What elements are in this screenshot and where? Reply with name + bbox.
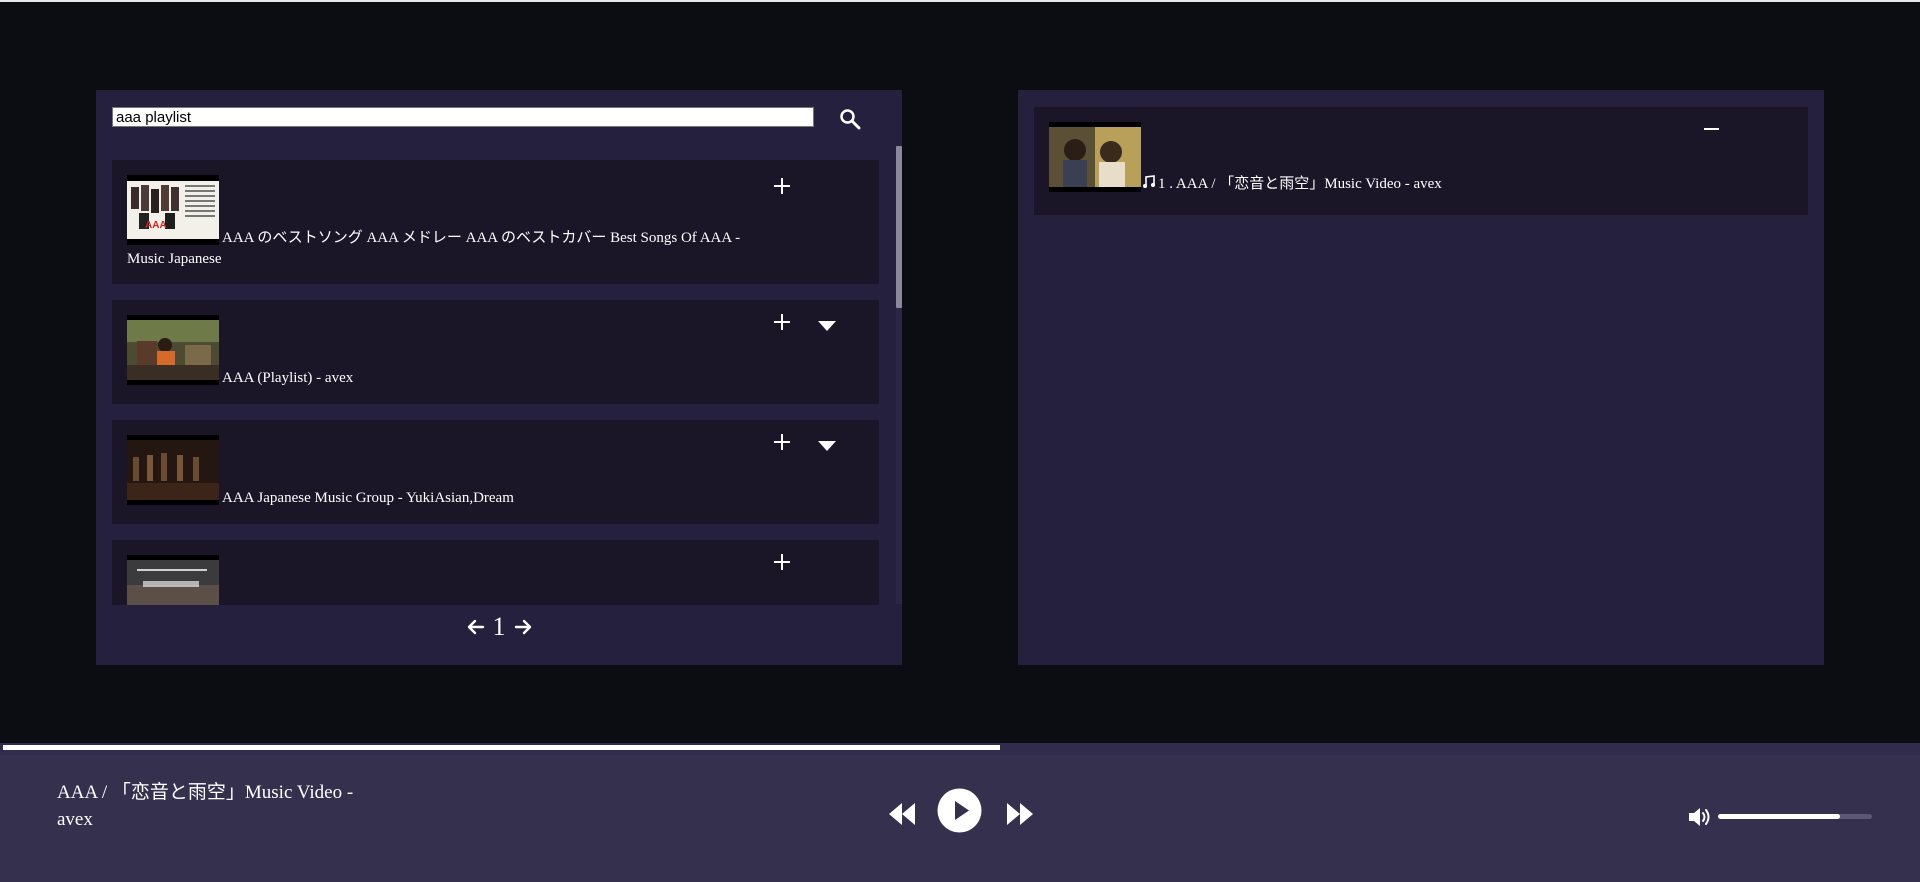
prev-page-button[interactable] — [465, 607, 487, 647]
add-to-queue-button[interactable] — [770, 430, 794, 454]
result-item[interactable]: AAA Japanese Music Group - YukiAsian,Dre… — [112, 420, 879, 524]
arrow-right-icon — [514, 619, 531, 635]
result-title-wrap: AAA のベストソング AAA メドレー AAA のベストカバー Best So… — [127, 228, 747, 270]
fast-forward-icon — [1007, 803, 1033, 825]
result-item[interactable]: AAA AAA のベストソング AAA メドレー AAA のベストカバー Bes… — [112, 160, 879, 284]
results-list: AAA AAA のベストソング AAA メドレー AAA のベストカバー Bes… — [112, 160, 886, 605]
expand-playlist-button[interactable] — [816, 319, 840, 333]
search-icon — [840, 109, 861, 130]
top-border — [0, 0, 1920, 2]
expand-playlist-button[interactable] — [816, 439, 840, 453]
now-playing-title: AAA / 「恋音と雨空」Music Video - avex — [57, 782, 354, 830]
result-item[interactable] — [112, 540, 879, 605]
play-icon — [937, 788, 982, 833]
queue-item-title-wrap: 1 . AAA / 「恋音と雨空」Music Video - avex — [1142, 174, 1442, 195]
volume-slider-fill — [1718, 814, 1840, 819]
player-bar: AAA / 「恋音と雨空」Music Video - avex — [0, 755, 1920, 882]
add-to-queue-button[interactable] — [770, 174, 794, 198]
result-title: AAA のベストソング AAA メドレー AAA のベストカバー Best So… — [127, 230, 741, 267]
result-thumbnail — [127, 555, 219, 605]
add-to-queue-button[interactable] — [770, 310, 794, 334]
search-panel: AAA AAA のベストソング AAA メドレー AAA のベストカバー Bes… — [96, 90, 902, 665]
queue-thumbnail — [1049, 122, 1141, 192]
seek-bar-progress — [3, 745, 1000, 750]
music-note-icon — [1142, 174, 1158, 195]
queue-item-title: 1 . AAA / 「恋音と雨空」Music Video - avex — [1158, 176, 1442, 192]
volume-button[interactable] — [1686, 804, 1714, 830]
search-button[interactable] — [833, 104, 867, 134]
next-page-button[interactable] — [512, 607, 534, 647]
pagination: 1 — [96, 607, 902, 647]
queue-item[interactable]: 1 . AAA / 「恋音と雨空」Music Video - avex — [1034, 107, 1808, 215]
results-scrollbar-thumb[interactable] — [896, 146, 902, 308]
rewind-icon — [889, 803, 915, 825]
queue-panel: 1 . AAA / 「恋音と雨空」Music Video - avex — [1018, 90, 1824, 665]
play-button[interactable] — [937, 788, 982, 833]
volume-icon — [1689, 808, 1710, 826]
result-title: AAA Japanese Music Group - YukiAsian,Dre… — [222, 490, 514, 506]
result-title-wrap: AAA (Playlist) - avex — [127, 368, 727, 389]
previous-button[interactable] — [887, 800, 917, 828]
result-title-wrap: AAA Japanese Music Group - YukiAsian,Dre… — [127, 488, 727, 509]
result-item[interactable]: AAA (Playlist) - avex — [112, 300, 879, 404]
search-input[interactable] — [112, 107, 814, 127]
add-to-queue-button[interactable] — [770, 550, 794, 574]
page-number: 1 — [492, 612, 506, 641]
next-button[interactable] — [1005, 800, 1035, 828]
result-title: AAA (Playlist) - avex — [222, 370, 354, 386]
arrow-left-icon — [467, 619, 484, 635]
remove-from-queue-button[interactable] — [1700, 123, 1724, 135]
